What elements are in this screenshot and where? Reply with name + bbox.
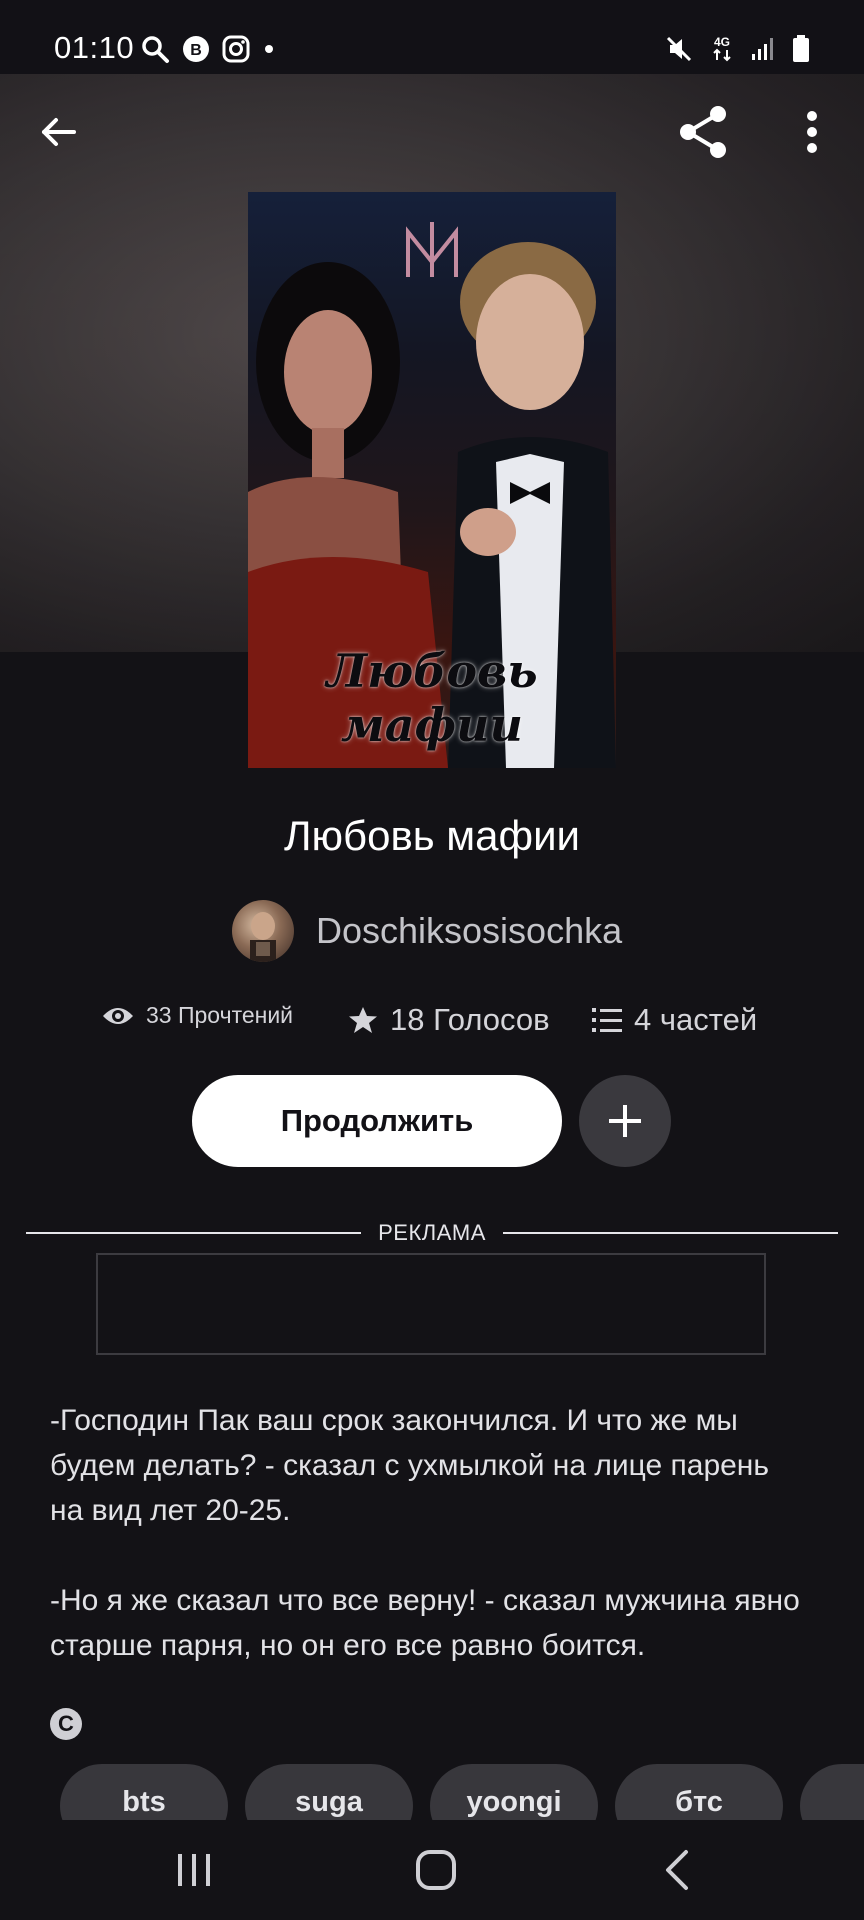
story-title: Любовь мафии bbox=[283, 812, 581, 859]
more-options-button[interactable] bbox=[776, 96, 848, 168]
tag-chip[interactable]: suga bbox=[245, 1764, 413, 1820]
status-bar: 01:10 B 4G bbox=[0, 0, 864, 74]
votes-stat: 18 Голосов bbox=[348, 1002, 550, 1038]
vk-app-icon: B bbox=[183, 36, 209, 62]
status-notification-icons: B bbox=[140, 34, 276, 64]
recent-apps-icon bbox=[178, 1854, 210, 1886]
tag-chip-partial[interactable] bbox=[800, 1764, 864, 1820]
home-button[interactable] bbox=[386, 1840, 486, 1900]
tag-chip[interactable]: bts bbox=[60, 1764, 228, 1820]
tag-list: bts suga yoongi бтс bbox=[0, 1764, 864, 1820]
parts-count[interactable]: 4 частей bbox=[634, 1002, 757, 1038]
mute-icon bbox=[666, 36, 692, 62]
signal-icon bbox=[752, 38, 773, 60]
book-cover[interactable]: Любовь мафии bbox=[248, 192, 616, 768]
svg-text:4G: 4G bbox=[714, 35, 730, 49]
system-back-button[interactable] bbox=[628, 1840, 728, 1900]
parts-stat[interactable]: 4 частей bbox=[592, 1002, 757, 1038]
excerpt-paragraph: -Господин Пак ваш срок закончился. И что… bbox=[50, 1404, 770, 1527]
list-icon bbox=[592, 1008, 622, 1032]
reads-count: 33 Прочтений bbox=[146, 1002, 294, 1028]
svg-text:B: B bbox=[190, 42, 202, 59]
cover-title: Любовь мафии bbox=[326, 644, 538, 752]
story-excerpt: -Господин Пак ваш срок закончился. И что… bbox=[50, 1398, 810, 1713]
ad-banner[interactable] bbox=[96, 1253, 766, 1355]
votes-count: 18 Голосов bbox=[390, 1002, 550, 1037]
excerpt-paragraph: -Но я же сказал что все верну! - сказал … bbox=[50, 1584, 800, 1662]
chevron-left-icon bbox=[666, 1850, 688, 1890]
search-icon bbox=[142, 36, 169, 63]
battery-icon bbox=[793, 35, 809, 62]
status-system-icons: 4G bbox=[664, 34, 810, 64]
home-icon bbox=[416, 1850, 456, 1890]
tag-chip[interactable]: бтс bbox=[615, 1764, 783, 1820]
arrow-left-icon bbox=[42, 118, 76, 146]
share-button[interactable] bbox=[668, 96, 740, 168]
copyright-icon[interactable]: C bbox=[50, 1708, 82, 1740]
story-stats: 33 Прочтений 18 Голосов 4 частей bbox=[0, 1000, 864, 1046]
author-avatar[interactable] bbox=[232, 900, 294, 962]
more-vertical-icon bbox=[807, 111, 817, 153]
system-navigation-bar bbox=[0, 1820, 864, 1920]
share-icon bbox=[680, 106, 726, 158]
ad-divider: РЕКЛАМА bbox=[26, 1220, 838, 1250]
continue-reading-button[interactable]: Продолжить bbox=[192, 1075, 562, 1167]
reads-stat: 33 Прочтений bbox=[102, 1002, 293, 1029]
plus-icon bbox=[609, 1105, 641, 1137]
instagram-icon bbox=[222, 35, 250, 63]
add-to-library-button[interactable] bbox=[579, 1075, 671, 1167]
recent-apps-button[interactable] bbox=[144, 1840, 244, 1900]
author-name[interactable]: Doschiksosisochka bbox=[316, 910, 622, 952]
dot-icon bbox=[265, 45, 273, 53]
star-icon bbox=[349, 1007, 377, 1033]
status-time: 01:10 bbox=[54, 30, 135, 65]
eye-icon bbox=[103, 1007, 133, 1024]
network-type-icon: 4G bbox=[713, 35, 731, 62]
tag-chip[interactable]: yoongi bbox=[430, 1764, 598, 1820]
author-link[interactable]: Doschiksosisochka bbox=[232, 900, 622, 962]
back-button[interactable] bbox=[22, 96, 94, 168]
